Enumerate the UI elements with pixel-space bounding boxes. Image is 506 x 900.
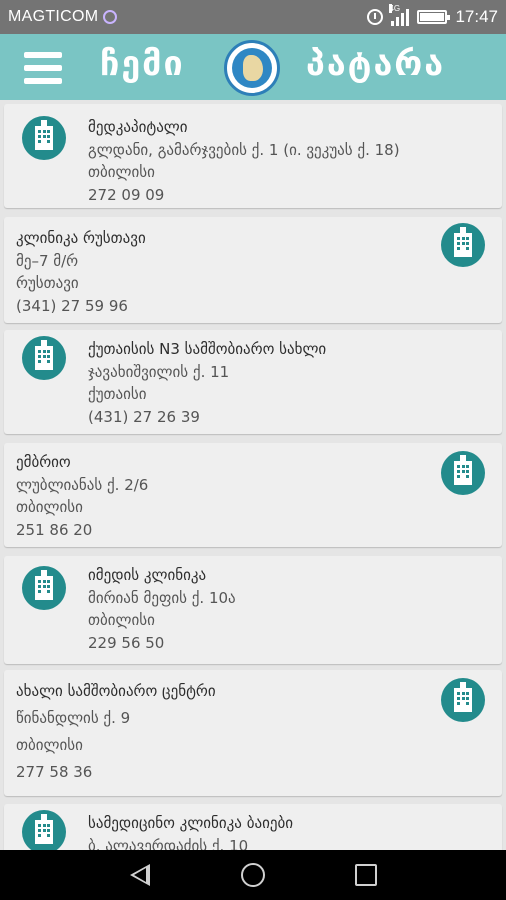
clinic-city: თბილისი (88, 163, 155, 181)
clinic-address: ლუბლიანას ქ. 2/6 (16, 475, 149, 494)
clinic-phone[interactable]: 251 86 20 (16, 519, 148, 542)
clinic-address: ბ. ალავერდაძის ქ. 10 (88, 836, 249, 851)
network-type: 4G (389, 4, 401, 13)
clinic-phone[interactable]: (431) 27 26 39 (88, 406, 326, 429)
clinic-city: თბილისი (16, 498, 83, 516)
clinic-name: სამედიცინო კლინიკა ბაიები (88, 814, 293, 832)
clinic-phone[interactable]: (341) 27 59 96 (16, 295, 146, 318)
back-icon[interactable] (130, 864, 150, 886)
clock: 17:47 (455, 7, 498, 26)
clinic-card[interactable]: სამედიცინო კლინიკა ბაიები ბ. ალავერდაძის… (4, 804, 502, 850)
clinic-name: იმედის კლინიკა (88, 566, 207, 584)
clinic-name: ახალი სამშობიარო ცენტრი (16, 682, 216, 700)
clinic-card[interactable]: იმედის კლინიკა მირიან მეფის ქ. 10ა თბილი… (4, 556, 502, 664)
app-title-part2: პატარა (306, 44, 446, 84)
status-bar: MAGTICOM 4G 17:47 (0, 0, 506, 34)
clinic-address: ჯავახიშვილის ქ. 11 (88, 362, 230, 381)
hospital-building-icon (441, 451, 485, 495)
status-icons: 4G 17:47 (367, 4, 498, 27)
hospital-building-icon (22, 566, 66, 610)
clinic-card[interactable]: კლინიკა რუსთავი მე–7 მ/რ რუსთავი (341) 2… (4, 217, 502, 323)
hospital-building-icon (441, 223, 485, 267)
signal-icon: 4G (389, 4, 410, 26)
system-nav-bar (0, 850, 506, 900)
viber-icon (103, 10, 118, 24)
carrier-name: MAGTICOM (8, 8, 99, 25)
clinic-name: ემბრიო (16, 453, 71, 471)
clinic-city: თბილისი (88, 611, 155, 629)
clinic-card[interactable]: მედკაპიტალი გლდანი, გამარჯვების ქ. 1 (ი.… (4, 104, 502, 208)
clinic-city: ქუთაისი (88, 385, 147, 403)
hospital-building-icon (441, 678, 485, 722)
clinic-card[interactable]: ქუთაისის N3 სამშობიარო სახლი ჯავახიშვილი… (4, 330, 502, 434)
clinic-address: მირიან მეფის ქ. 10ა (88, 588, 236, 607)
hospital-building-icon (22, 810, 66, 850)
hospital-building-icon (22, 116, 66, 160)
recent-apps-icon[interactable] (355, 864, 377, 886)
app-header: ჩემი პატარა (0, 34, 506, 100)
clinic-address: მე–7 მ/რ (16, 251, 79, 270)
app-logo (224, 40, 280, 96)
clinic-address: წინანდლის ქ. 9 (16, 709, 131, 727)
clinic-name: კლინიკა რუსთავი (16, 229, 146, 247)
clinic-name: ქუთაისის N3 სამშობიარო სახლი (88, 340, 327, 358)
clinic-card[interactable]: ახალი სამშობიარო ცენტრი წინანდლის ქ. 9 თ… (4, 670, 502, 796)
clinic-phone[interactable]: 277 58 36 (16, 759, 216, 786)
clinic-address: გლდანი, გამარჯვების ქ. 1 (ი. ვეკუას ქ. 1… (88, 140, 400, 159)
clinic-card[interactable]: ემბრიო ლუბლიანას ქ. 2/6 თბილისი 251 86 2… (4, 443, 502, 547)
home-icon[interactable] (241, 863, 265, 887)
alarm-icon (367, 9, 384, 25)
hamburger-menu-icon[interactable] (24, 52, 62, 84)
clinic-phone[interactable]: 272 09 09 (88, 184, 400, 207)
clinic-phone[interactable]: 229 56 50 (88, 632, 236, 655)
clinic-city: თბილისი (16, 736, 83, 754)
clinic-city: რუსთავი (16, 274, 79, 292)
battery-icon (417, 10, 451, 24)
app-title-part1: ჩემი (100, 44, 185, 84)
clinic-list[interactable]: მედკაპიტალი გლდანი, გამარჯვების ქ. 1 (ი.… (0, 100, 506, 850)
clinic-name: მედკაპიტალი (88, 118, 188, 136)
hospital-building-icon (22, 336, 66, 380)
